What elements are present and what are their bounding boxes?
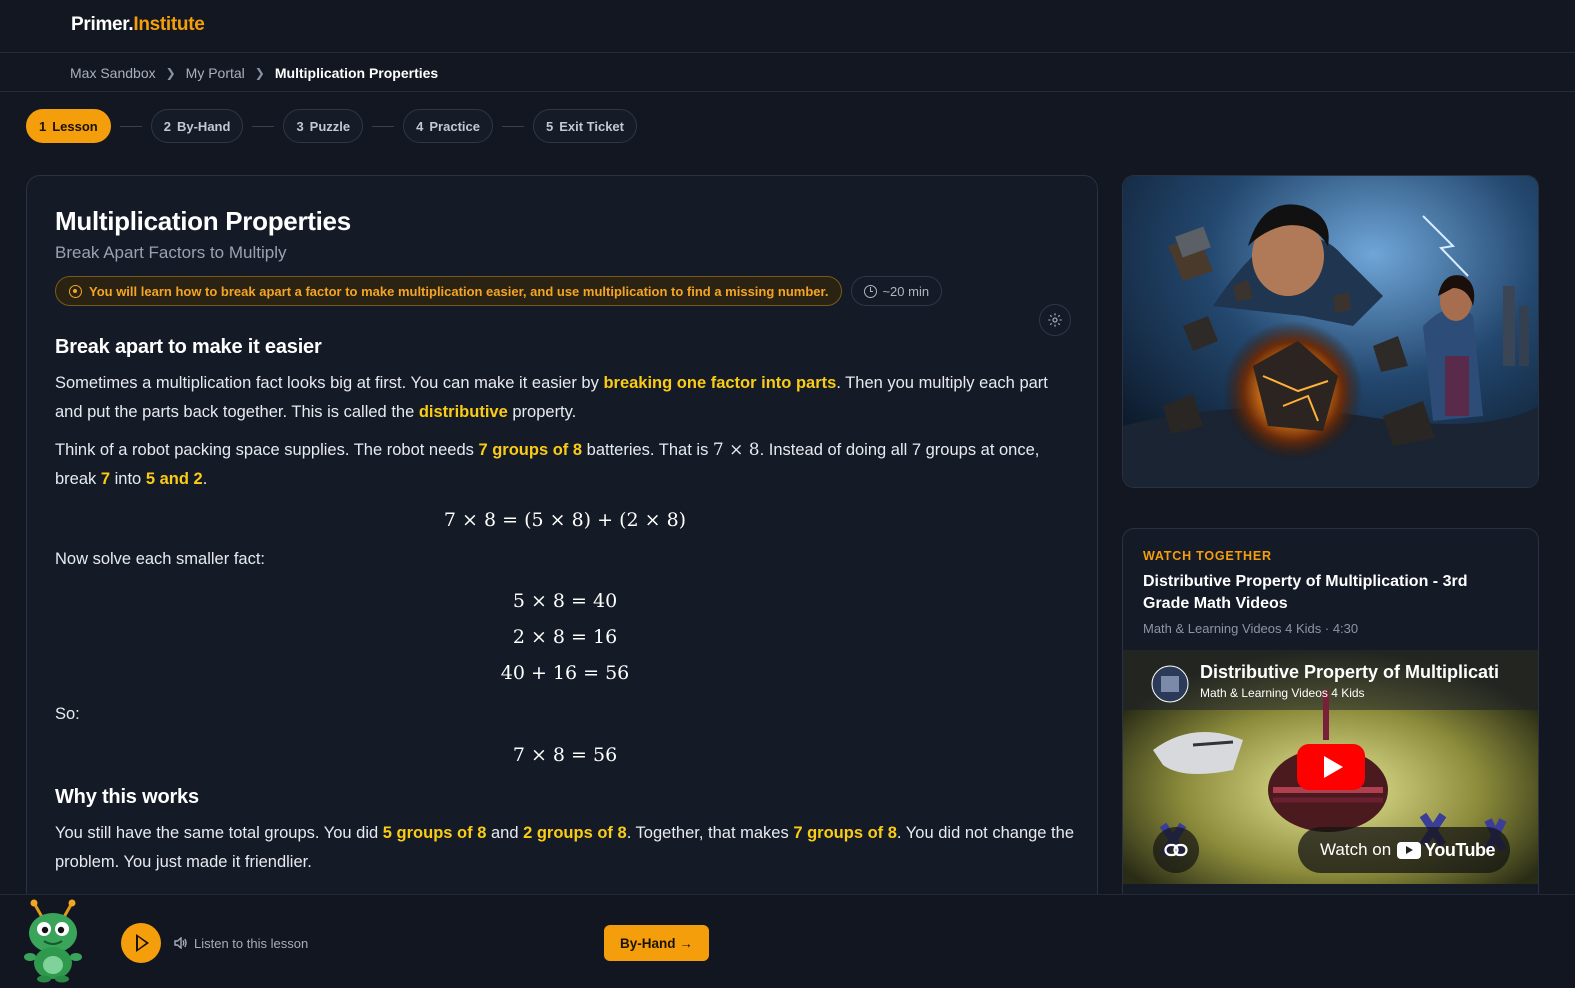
step-label: Lesson (52, 118, 98, 134)
target-icon (69, 284, 82, 298)
highlight-text: breaking one factor into parts (603, 374, 837, 392)
alien-mascot-icon (24, 899, 82, 983)
youtube-logo: YouTube (1397, 839, 1496, 861)
equation-step-3: 40 + 16 = 56 (500, 661, 630, 684)
video-kicker: WATCH TOGETHER (1143, 549, 1272, 563)
highlight-text: 7 groups of 8 (793, 824, 897, 842)
chevron-right-icon: ❯ (165, 65, 176, 80)
video-card: WATCH TOGETHER Distributive Property of … (1122, 528, 1539, 908)
paragraph-solve: Now solve each smaller fact: (55, 550, 265, 568)
step-number: 3 (296, 118, 304, 134)
inline-math: 7 × 8 (712, 440, 760, 460)
copy-link-button[interactable] (1153, 827, 1199, 873)
step-lesson[interactable]: 1 Lesson (26, 109, 111, 143)
step-label: Exit Ticket (559, 118, 624, 134)
video-embed[interactable]: Distributive Property of Multiplicati Ma… (1123, 650, 1538, 884)
hero-illustration (1123, 176, 1538, 487)
step-practice[interactable]: 4 Practice (403, 109, 493, 143)
top-bar: Primer.Institute (0, 0, 1575, 53)
paragraph-so: So: (55, 704, 80, 723)
step-label: Puzzle (309, 118, 351, 134)
paragraph-intro: Sometimes a multiplication fact looks bi… (55, 369, 1075, 426)
listen-label: Listen to this lesson (174, 936, 308, 951)
gear-icon (1048, 313, 1062, 327)
equation-step-2: 2 × 8 = 16 (512, 625, 618, 648)
step-connector (372, 125, 395, 127)
link-icon (1164, 843, 1188, 857)
duration-badge: ~20 min (851, 276, 943, 306)
step-connector (252, 125, 275, 127)
equation-step-1: 5 × 8 = 40 (512, 589, 618, 612)
step-number: 2 (163, 118, 171, 134)
watch-on-youtube-button[interactable]: Watch on YouTube (1298, 827, 1510, 873)
video-meta: Math & Learning Videos 4 Kids · 4:30 (1143, 621, 1359, 636)
lesson-steps: 1 Lesson 2 By-Hand 3 Puzzle 4 Practice 5 Exit… (26, 109, 637, 143)
highlight-text: distributive (418, 402, 508, 421)
youtube-logo-text: YouTube (1424, 839, 1496, 860)
text-run: Sometimes a multiplication fact looks bi… (55, 374, 604, 392)
section-heading-break-apart: Break apart to make it easier (55, 336, 322, 358)
listen-text: Listen to this lesson (194, 935, 309, 951)
highlight-text: 7 (100, 469, 111, 488)
lesson-illustration (1122, 175, 1539, 488)
lesson-card: Multiplication Properties Break Apart Fa… (26, 175, 1098, 915)
watch-on-text: Watch on (1320, 840, 1392, 859)
settings-button[interactable] (1039, 304, 1071, 336)
mascot-avatar[interactable] (14, 899, 94, 988)
learning-goal-text: You will learn how to break apart a fact… (89, 283, 829, 299)
lesson-subtitle: Break Apart Factors to Multiply (55, 243, 287, 262)
text-run: into (110, 469, 146, 488)
lesson-content: Multiplication Properties Break Apart Fa… (55, 206, 1075, 876)
play-audio-button[interactable] (121, 923, 161, 963)
step-connector (501, 125, 524, 127)
step-number: 4 (416, 118, 424, 134)
highlight-text: 5 groups of 8 (382, 824, 487, 842)
step-label: By-Hand (176, 118, 231, 134)
step-number: 5 (545, 118, 554, 134)
equation-distributive: 7 × 8 = (5 × 8) + (2 × 8) (443, 509, 687, 531)
lesson-title: Multiplication Properties (55, 206, 351, 236)
breadcrumb-my-portal[interactable]: My Portal (186, 65, 245, 81)
step-label: Practice (429, 118, 480, 134)
youtube-play-icon (1397, 841, 1422, 859)
chevron-right-icon: ❯ (254, 65, 265, 80)
paragraph-why: You still have the same total groups. Yo… (55, 819, 1075, 876)
breadcrumb: Max Sandbox ❯ My Portal ❯ Multiplication… (0, 54, 1575, 92)
learning-goal-badge: You will learn how to break apart a fact… (55, 276, 843, 306)
clock-icon (864, 284, 878, 298)
highlight-text: 7 groups of 8 (478, 441, 583, 459)
speaker-icon (174, 937, 187, 949)
highlight-text: 2 groups of 8 (523, 824, 627, 842)
paragraph-robot: Think of a robot packing space supplies.… (55, 436, 1075, 493)
highlight-text: 5 and 2 (145, 469, 203, 488)
lesson-meta-row: You will learn how to break apart a fact… (55, 276, 1075, 306)
text-run: batteries. That is (582, 441, 713, 459)
video-title[interactable]: Distributive Property of Multiplication … (1143, 571, 1513, 615)
video-thumb-channel: Math & Learning Videos 4 Kids (1200, 686, 1365, 700)
bottom-bar: Listen to this lesson By-Hand → (0, 894, 1575, 988)
next-step-button[interactable]: By-Hand → (604, 925, 709, 961)
step-puzzle[interactable]: 3 Puzzle (283, 109, 364, 143)
step-number: 1 (39, 118, 47, 134)
video-thumb-title: Distributive Property of Multiplicati (1200, 662, 1500, 682)
step-connector (119, 125, 142, 127)
section-heading-why: Why this works (55, 786, 199, 808)
breadcrumb-current: Multiplication Properties (274, 64, 439, 81)
breadcrumb-max-sandbox[interactable]: Max Sandbox (70, 65, 156, 81)
audio-player: Listen to this lesson (106, 901, 606, 985)
brand-logo[interactable]: Primer.Institute (71, 14, 205, 36)
brand-logo-text: Primer. (71, 14, 134, 35)
text-run: and (486, 824, 524, 842)
text-run: property. (507, 402, 577, 421)
duration-text: ~20 min (882, 283, 930, 299)
step-exit-ticket[interactable]: 5 Exit Ticket (532, 109, 637, 143)
step-by-hand[interactable]: 2 By-Hand (150, 109, 244, 143)
brand-logo-accent: Institute (133, 14, 205, 35)
text-run: . Together, that makes (626, 824, 794, 842)
text-run: You still have the same total groups. Yo… (55, 824, 383, 842)
text-run: Think of a robot packing space supplies.… (55, 441, 479, 459)
text-run: . (202, 469, 208, 488)
equation-result: 7 × 8 = 56 (512, 744, 618, 766)
